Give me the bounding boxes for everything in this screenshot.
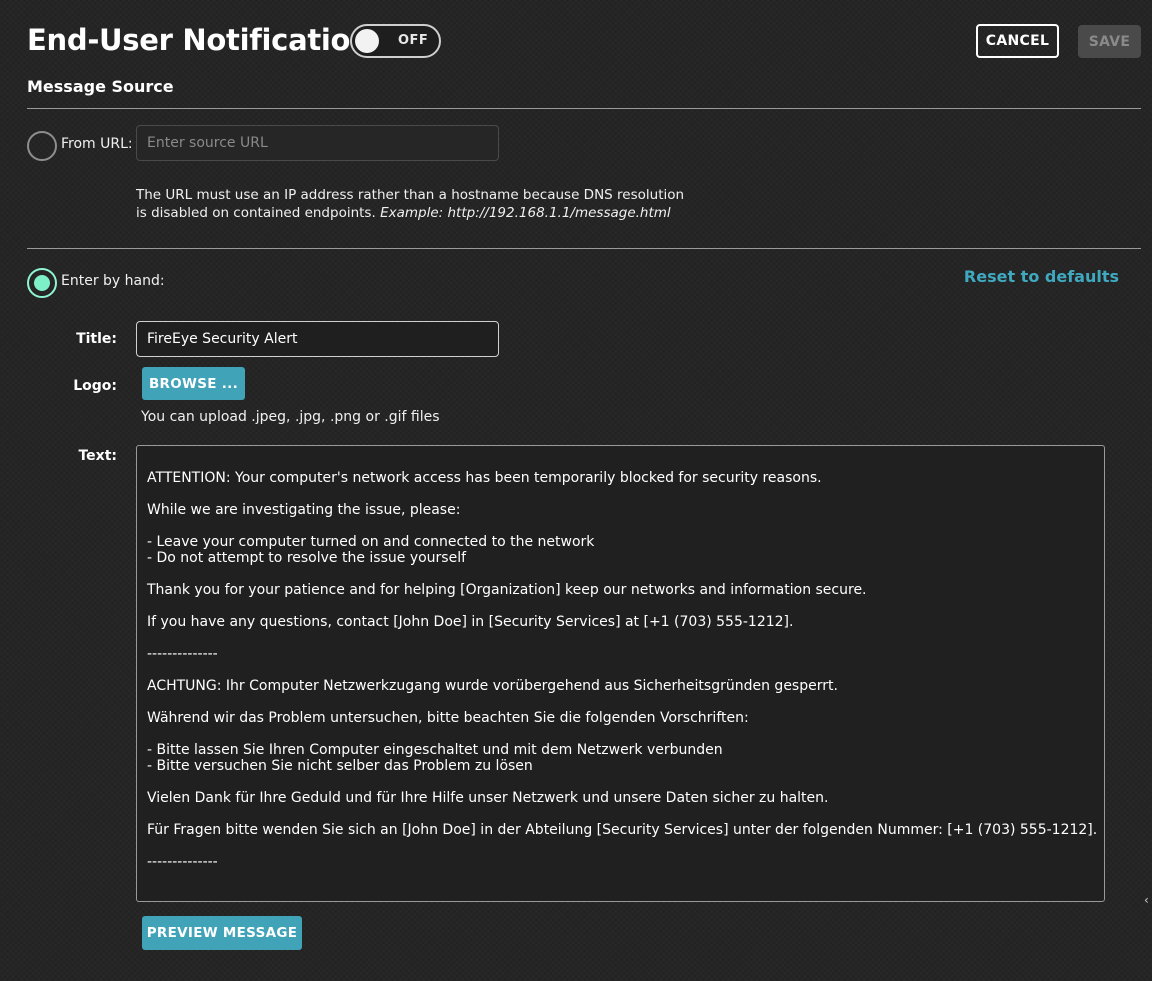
enter-by-hand-label: Enter by hand:: [61, 273, 165, 289]
message-line: Für Fragen bitte wenden Sie sich an [Joh…: [147, 822, 1098, 838]
message-line: - Leave your computer turned on and conn…: [147, 534, 595, 550]
toggle-state-label: OFF: [398, 33, 429, 48]
toggle-knob: [355, 29, 379, 53]
url-help-plain: is disabled on contained endpoints.: [136, 205, 381, 221]
notification-toggle[interactable]: OFF: [350, 24, 441, 58]
url-help-line-1: The URL must use an IP address rather th…: [136, 187, 685, 203]
source-url-input[interactable]: [136, 125, 499, 161]
header: End-User Notification OFF CANCEL SAVE: [27, 22, 1141, 62]
preview-message-button[interactable]: PREVIEW MESSAGE: [142, 916, 302, 950]
url-help-line-2: is disabled on contained endpoints. Exam…: [136, 204, 684, 222]
enter-by-hand-radio[interactable]: [27, 268, 57, 298]
message-line: Während wir das Problem untersuchen, bit…: [147, 710, 749, 726]
message-line: While we are investigating the issue, pl…: [147, 502, 461, 518]
reset-to-defaults-link[interactable]: Reset to defaults: [964, 267, 1119, 286]
url-help-example: Example: http://192.168.1.1/message.html: [380, 205, 671, 221]
page-title: End-User Notification: [27, 23, 371, 57]
message-line: --------------: [147, 854, 218, 870]
cancel-button[interactable]: CANCEL: [976, 24, 1059, 58]
title-input[interactable]: [136, 321, 499, 357]
message-line: --------------: [147, 646, 218, 662]
upload-hint: You can upload .jpeg, .jpg, .png or .gif…: [141, 409, 440, 425]
message-line: - Do not attempt to resolve the issue yo…: [147, 550, 467, 566]
end-user-notification-page: End-User Notification OFF CANCEL SAVE Me…: [0, 0, 1152, 981]
url-help-text: The URL must use an IP address rather th…: [136, 186, 684, 222]
message-line: Thank you for your patience and for help…: [147, 582, 867, 598]
title-label: Title:: [76, 331, 117, 347]
from-url-radio[interactable]: [27, 131, 57, 161]
logo-label: Logo:: [73, 378, 117, 394]
message-line: Vielen Dank für Ihre Geduld und für Ihre…: [147, 790, 829, 806]
message-line: ACHTUNG: Ihr Computer Netzwerkzugang wur…: [147, 678, 838, 694]
message-line: ATTENTION: Your computer's network acces…: [147, 470, 822, 486]
message-line: - Bitte versuchen Sie nicht selber das P…: [147, 758, 533, 774]
text-label: Text:: [78, 448, 117, 464]
save-button[interactable]: SAVE: [1078, 25, 1141, 58]
from-url-label: From URL:: [61, 136, 133, 152]
divider: [27, 108, 1141, 109]
resize-handle-icon[interactable]: ‹: [1144, 893, 1149, 907]
browse-button[interactable]: BROWSE ...: [142, 367, 245, 400]
divider: [27, 248, 1141, 249]
message-source-heading: Message Source: [27, 77, 174, 96]
message-line: If you have any questions, contact [John…: [147, 614, 794, 630]
message-textarea[interactable]: ATTENTION: Your computer's network acces…: [136, 445, 1105, 902]
message-line: - Bitte lassen Sie Ihren Computer einges…: [147, 742, 723, 758]
